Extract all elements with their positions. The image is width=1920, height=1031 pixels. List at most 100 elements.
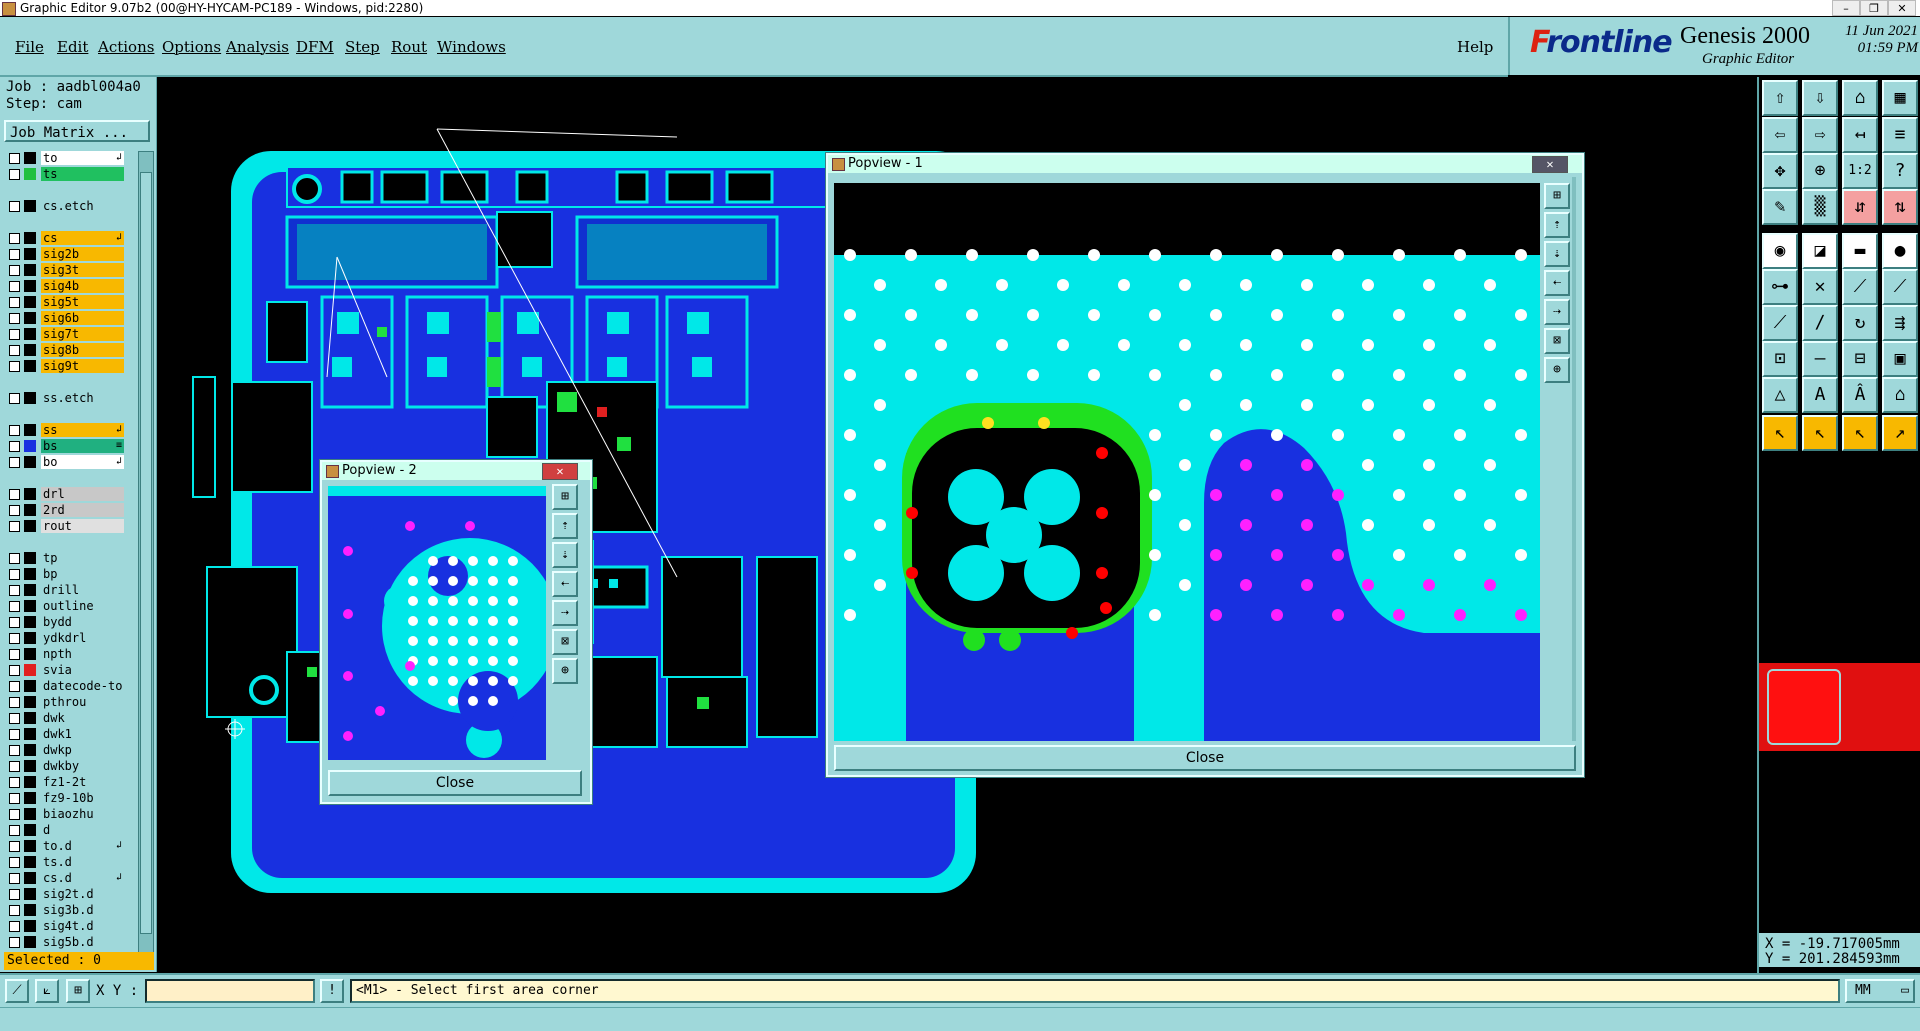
layer-row[interactable]: pthrou xyxy=(4,695,124,709)
tool-button[interactable]: ⇨ xyxy=(1802,117,1838,153)
layer-checkbox[interactable] xyxy=(9,857,20,868)
layer-color-swatch[interactable] xyxy=(24,632,36,644)
tool-button[interactable]: ◉ xyxy=(1762,233,1798,269)
layer-name[interactable]: datecode-to xyxy=(41,679,124,693)
layer-name[interactable]: bs ≡ xyxy=(41,439,124,453)
layer-color-swatch[interactable] xyxy=(24,600,36,612)
layer-row[interactable]: drill xyxy=(4,583,124,597)
zoom-in-button[interactable]: ⇡ xyxy=(552,513,578,539)
layer-row[interactable]: fz1-2t xyxy=(4,775,124,789)
layer-checkbox[interactable] xyxy=(9,601,20,612)
layer-name[interactable]: ts xyxy=(41,167,124,181)
popview-2-close-button[interactable]: Close xyxy=(328,770,582,796)
tool-button[interactable]: ▒ xyxy=(1802,189,1838,225)
tool-button[interactable]: ⟋ xyxy=(1882,269,1918,305)
layer-checkbox[interactable] xyxy=(9,937,20,948)
layer-checkbox[interactable] xyxy=(9,905,20,916)
layer-checkbox[interactable] xyxy=(9,729,20,740)
fit-button[interactable]: ⊠ xyxy=(552,629,578,655)
layer-name[interactable]: 2rd xyxy=(41,503,124,517)
tool-button[interactable]: ✥ xyxy=(1762,153,1798,189)
layer-name[interactable]: bo ↲ xyxy=(41,455,124,469)
layer-color-swatch[interactable] xyxy=(24,392,36,404)
layer-row[interactable]: sig2t.d xyxy=(4,887,124,901)
tool-button[interactable]: ⊶ xyxy=(1762,269,1798,305)
layer-name[interactable]: biaozhu xyxy=(41,807,124,821)
layer-checkbox[interactable] xyxy=(9,489,20,500)
layer-row[interactable]: tp xyxy=(4,551,124,565)
tool-button[interactable]: ● xyxy=(1882,233,1918,269)
layer-name[interactable]: dwk xyxy=(41,711,124,725)
layer-name[interactable]: fz1-2t xyxy=(41,775,124,789)
layer-color-swatch[interactable] xyxy=(24,312,36,324)
layer-row[interactable]: d xyxy=(4,823,124,837)
layer-name[interactable]: drl xyxy=(41,487,124,501)
layer-row[interactable]: bo ↲ xyxy=(4,455,124,469)
layer-color-swatch[interactable] xyxy=(24,712,36,724)
popview-1-view[interactable] xyxy=(834,183,1540,741)
layer-color-swatch[interactable] xyxy=(24,856,36,868)
layer-row[interactable]: npth xyxy=(4,647,124,661)
tool-button[interactable]: ↻ xyxy=(1842,305,1878,341)
tool-button[interactable]: ↖ xyxy=(1802,415,1838,451)
tool-button[interactable]: ▦ xyxy=(1882,80,1918,116)
layer-name[interactable]: npth xyxy=(41,647,124,661)
layer-row[interactable]: cs.d ↲ xyxy=(4,871,124,885)
close-window-button[interactable]: ✕ xyxy=(1888,0,1916,16)
info-button[interactable]: ! xyxy=(320,979,344,1003)
layer-row[interactable]: sig3b.d xyxy=(4,903,124,917)
layer-checkbox[interactable] xyxy=(9,201,20,212)
layer-name[interactable]: ss.etch xyxy=(41,391,124,405)
maximize-button[interactable]: ❐ xyxy=(1860,0,1888,16)
layer-checkbox[interactable] xyxy=(9,313,20,324)
layer-row[interactable]: sig8b xyxy=(4,343,124,357)
layer-row[interactable]: to.d ↲ xyxy=(4,839,124,853)
layer-checkbox[interactable] xyxy=(9,393,20,404)
layer-name[interactable]: cs.d ↲ xyxy=(41,871,124,885)
tool-button[interactable]: ▣ xyxy=(1882,341,1918,377)
layer-row[interactable]: dwk xyxy=(4,711,124,725)
layer-name[interactable]: ts.d xyxy=(41,855,124,869)
layer-name[interactable]: sig5t xyxy=(41,295,124,309)
layer-checkbox[interactable] xyxy=(9,329,20,340)
layer-row[interactable]: sig4t.d xyxy=(4,919,124,933)
layer-checkbox[interactable] xyxy=(9,297,20,308)
layer-checkbox[interactable] xyxy=(9,697,20,708)
layer-row[interactable]: cs.etch xyxy=(4,199,124,213)
menu-file[interactable]: File xyxy=(15,38,44,56)
layer-row[interactable]: sig2b xyxy=(4,247,124,261)
menu-options[interactable]: Options xyxy=(162,38,221,56)
layer-row[interactable]: sig9t xyxy=(4,359,124,373)
layer-name[interactable]: sig4b xyxy=(41,279,124,293)
layer-checkbox[interactable] xyxy=(9,633,20,644)
layer-row[interactable]: datecode-to xyxy=(4,679,124,693)
layer-checkbox[interactable] xyxy=(9,713,20,724)
layer-row[interactable]: biaozhu xyxy=(4,807,124,821)
tool-button[interactable]: ≡ xyxy=(1882,117,1918,153)
tool-button[interactable]: ⇩ xyxy=(1802,80,1838,116)
layer-row[interactable]: dwkp xyxy=(4,743,124,757)
layer-color-swatch[interactable] xyxy=(24,760,36,772)
tool-button[interactable]: ▬ xyxy=(1842,233,1878,269)
current-color-swatch[interactable] xyxy=(1767,669,1841,745)
layer-checkbox[interactable] xyxy=(9,793,20,804)
layer-color-swatch[interactable] xyxy=(24,264,36,276)
layer-checkbox[interactable] xyxy=(9,681,20,692)
layer-color-swatch[interactable] xyxy=(24,520,36,532)
layer-row[interactable]: sig6b xyxy=(4,311,124,325)
layer-name[interactable]: ss ↲ xyxy=(41,423,124,437)
tool-button[interactable]: ⊡ xyxy=(1762,341,1798,377)
popview-2-view[interactable] xyxy=(328,486,546,760)
layer-checkbox[interactable] xyxy=(9,521,20,532)
menu-analysis[interactable]: Analysis xyxy=(226,38,289,56)
layer-color-swatch[interactable] xyxy=(24,680,36,692)
popview-2-x-button[interactable]: ✕ xyxy=(542,463,578,480)
layer-checkbox[interactable] xyxy=(9,153,20,164)
menu-actions[interactable]: Actions xyxy=(98,38,154,56)
layer-checkbox[interactable] xyxy=(9,921,20,932)
layer-color-swatch[interactable] xyxy=(24,872,36,884)
layer-checkbox[interactable] xyxy=(9,585,20,596)
tool-button[interactable]: ⌂ xyxy=(1842,80,1878,116)
layer-checkbox[interactable] xyxy=(9,553,20,564)
layer-row[interactable]: rout xyxy=(4,519,124,533)
